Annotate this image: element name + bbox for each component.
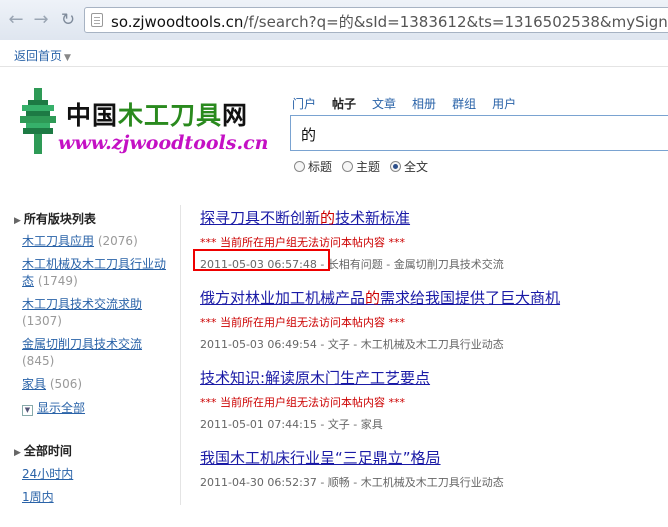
- sidebar-forum-item: 家具 (506): [22, 376, 174, 393]
- radio-icon: [390, 161, 402, 172]
- forum-link[interactable]: 木工刀具技术交流求助: [22, 297, 142, 311]
- back-arrow-icon[interactable]: ←: [5, 9, 27, 31]
- search-input[interactable]: [299, 118, 663, 150]
- result-datetime: 2011-05-03 06:49:54: [200, 338, 317, 351]
- tab-3[interactable]: 相册: [412, 95, 436, 112]
- forums-heading: ▶ 所有版块列表: [14, 212, 96, 226]
- title-keyword: 的: [365, 289, 381, 307]
- result-author: 文子: [327, 338, 350, 351]
- forum-link[interactable]: 金属切削刀具技术交流: [22, 337, 142, 351]
- result-title-link[interactable]: 技术知识:解读原木门生产工艺要点: [200, 367, 660, 388]
- result-author: 顺畅: [327, 476, 350, 489]
- time-heading: ▶ 全部时间: [14, 444, 72, 458]
- result-title-link[interactable]: 俄方对林业加工机械产品的需求给我国提供了巨大商机: [200, 287, 660, 308]
- page-icon: [91, 13, 103, 27]
- result-title-link[interactable]: 探寻刀具不断创新的技术新标准: [200, 207, 660, 228]
- logo-domain-text: www.zjwoodtools.cn: [58, 132, 269, 154]
- result-meta: 2011-05-03 06:49:54 - 文子 - 木工机械及木工刀具行业动态: [200, 338, 504, 351]
- time-filter-item: 24小时内: [22, 465, 174, 482]
- title-text: 我国木工机床行业呈“三足鼎立”格局: [200, 449, 441, 467]
- result-meta: 2011-05-01 07:44:15 - 文子 - 家具: [200, 418, 383, 431]
- time-filter-link[interactable]: 1周内: [22, 490, 54, 504]
- triangle-right-icon: ▶: [14, 448, 21, 458]
- result-meta: 2011-04-30 06:52:37 - 顺畅 - 木工机械及木工刀具行业动态: [200, 476, 504, 489]
- title-text: 探寻刀具不断创新: [200, 209, 321, 227]
- forum-link[interactable]: 木工刀具应用: [22, 234, 94, 248]
- result-author: 文子: [327, 418, 350, 431]
- annotation-highlight-box: [193, 249, 330, 271]
- title-keyword: 的: [320, 209, 336, 227]
- sidebar-forum-item: 木工机械及木工刀具行业动态 (1749): [22, 256, 174, 290]
- result-item: 我国木工机床行业呈“三足鼎立”格局 2011-04-30 06:52:37 - 顺…: [200, 447, 660, 527]
- search-tabs: 门户 帖子 文章 相册 群组 用户: [292, 95, 532, 112]
- title-text: 技术知识:解读原木门生产工艺要点: [200, 369, 431, 387]
- result-forum: 家具: [360, 418, 383, 431]
- sidebar-forum-item: 金属切削刀具技术交流 (845): [22, 336, 174, 370]
- result-item: 俄方对林业加工机械产品的需求给我国提供了巨大商机 *** 当前所在用户组无法访问本…: [200, 287, 660, 367]
- show-all-link[interactable]: ▼ 显示全部: [22, 399, 174, 416]
- tab-1[interactable]: 帖子: [332, 95, 356, 112]
- forum-count: (845): [22, 354, 55, 368]
- back-home-link[interactable]: 返回首页 ▼: [14, 47, 71, 64]
- forum-count: (1749): [37, 274, 78, 288]
- radio-icon: [294, 161, 305, 172]
- time-filter-item: 1周内: [22, 488, 174, 505]
- address-bar[interactable]: so.zjwoodtools.cn/f/search?q=的&sId=13836…: [84, 7, 668, 33]
- triangle-right-icon: ▶: [14, 216, 21, 226]
- scope-label: 标题: [308, 160, 333, 174]
- result-datetime: 2011-05-01 07:44:15: [200, 418, 317, 431]
- scope-radio-1[interactable]: 主题: [342, 158, 380, 175]
- result-item: 技术知识:解读原木门生产工艺要点 *** 当前所在用户组无法访问本帖内容 *** 2…: [200, 367, 660, 447]
- tab-5[interactable]: 用户: [492, 95, 516, 112]
- title-text: 俄方对林业加工机械产品: [200, 289, 366, 307]
- scope-radio-2[interactable]: 全文: [390, 158, 428, 175]
- forum-link[interactable]: 家具: [22, 377, 46, 391]
- access-notice: *** 当前所在用户组无法访问本帖内容 ***: [200, 236, 405, 249]
- forum-count: (506): [49, 377, 83, 391]
- chevron-down-icon: ▼: [64, 53, 71, 63]
- site-logo[interactable]: 中国木工刀具网 www.zjwoodtools.cn: [14, 82, 276, 164]
- result-item: 探寻刀具不断创新的技术新标准 *** 当前所在用户组无法访问本帖内容 *** 201…: [200, 207, 660, 287]
- sidebar-forum-item: 木工刀具应用 (2076): [22, 233, 174, 250]
- logo-chinese-text: 中国木工刀具网: [66, 101, 249, 130]
- browser-toolbar: ← → ↻ so.zjwoodtools.cn/f/search?q=的&sId…: [0, 0, 668, 41]
- title-text: 需求给我国提供了巨大商机: [380, 289, 561, 307]
- scope-label: 全文: [404, 160, 429, 174]
- search-scope: 标题 主题 全文: [294, 158, 438, 175]
- access-notice: *** 当前所在用户组无法访问本帖内容 ***: [200, 396, 405, 409]
- expand-icon: ▼: [22, 405, 33, 416]
- time-filter-link[interactable]: 24小时内: [22, 467, 73, 481]
- sidebar-forum-item: 木工刀具技术交流求助 (1307): [22, 296, 174, 330]
- tab-4[interactable]: 群组: [452, 95, 476, 112]
- forum-count: (1307): [22, 314, 62, 328]
- tab-2[interactable]: 文章: [372, 95, 396, 112]
- sidebar: ▶ 所有版块列表 木工刀具应用 (2076) 木工机械及木工刀具行业动态 (1749…: [14, 210, 174, 511]
- title-text: 技术新标准: [335, 209, 411, 227]
- forward-arrow-icon[interactable]: →: [30, 9, 52, 31]
- result-forum: 木工机械及木工刀具行业动态: [360, 476, 504, 489]
- result-datetime: 2011-04-30 06:52:37: [200, 476, 317, 489]
- result-author: 长相有问题: [327, 258, 383, 271]
- result-forum: 木工机械及木工刀具行业动态: [360, 338, 504, 351]
- reload-icon[interactable]: ↻: [57, 9, 79, 31]
- radio-icon: [342, 161, 354, 172]
- forum-count: (2076): [97, 234, 138, 248]
- search-box[interactable]: [290, 115, 668, 151]
- router-bit-icon: [20, 88, 56, 154]
- result-title-link[interactable]: 我国木工机床行业呈“三足鼎立”格局: [200, 447, 660, 468]
- scope-radio-0[interactable]: 标题: [294, 158, 332, 175]
- access-notice: *** 当前所在用户组无法访问本帖内容 ***: [200, 316, 405, 329]
- top-nav: 返回首页 ▼: [0, 40, 668, 67]
- column-divider: [180, 205, 181, 505]
- scope-label: 主题: [356, 160, 381, 174]
- result-forum: 金属切削刀具技术交流: [393, 258, 504, 271]
- tab-0[interactable]: 门户: [292, 95, 316, 112]
- address-text: so.zjwoodtools.cn/f/search?q=的&sId=13836…: [111, 13, 668, 31]
